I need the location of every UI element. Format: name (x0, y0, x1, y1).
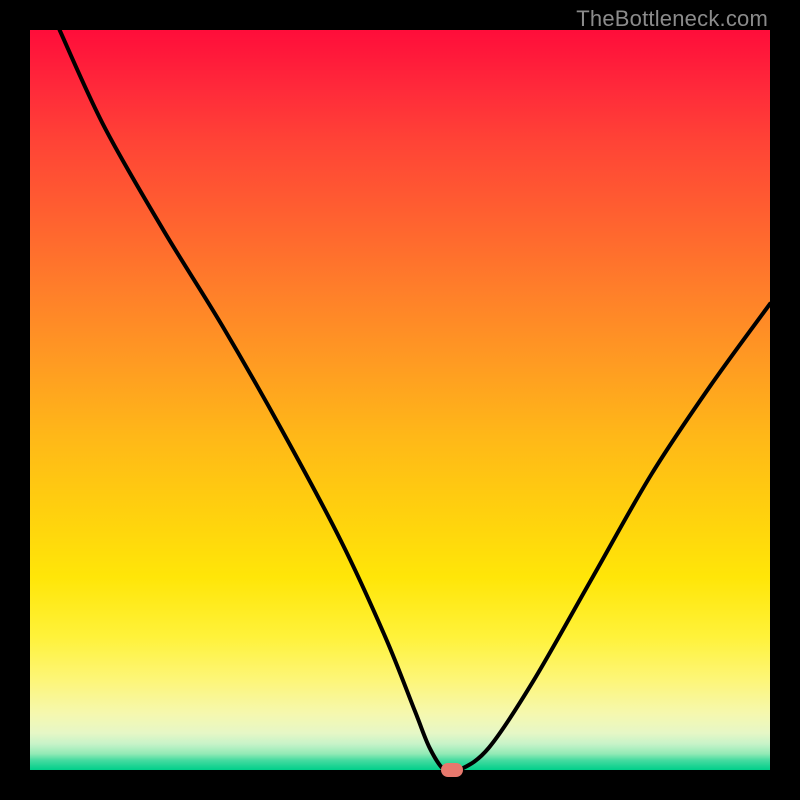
bottleneck-curve (30, 30, 770, 770)
chart-plot-area (30, 30, 770, 770)
attribution-text: TheBottleneck.com (576, 6, 768, 32)
curve-path (60, 30, 770, 770)
optimum-marker (441, 763, 463, 777)
chart-frame: TheBottleneck.com (0, 0, 800, 800)
